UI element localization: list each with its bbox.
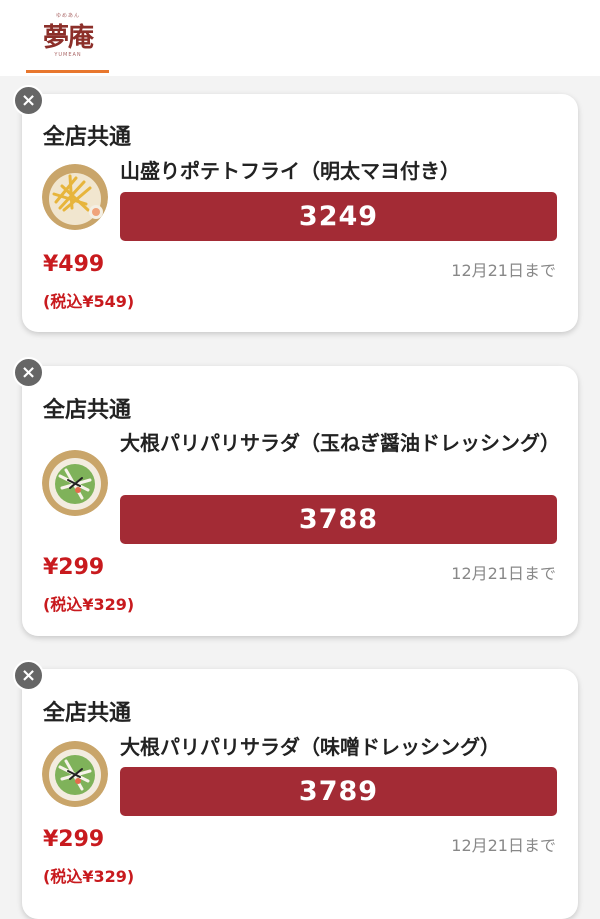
item-name: 大根パリパリサラダ（玉ねぎ醤油ドレッシング） xyxy=(120,431,560,455)
expiry-date: 12月21日まで xyxy=(451,836,556,855)
store-label: 全店共通 xyxy=(43,398,132,423)
store-label: 全店共通 xyxy=(43,701,132,726)
coupon-code[interactable]: 3789 xyxy=(120,767,557,816)
header: ゆめあん 夢庵 YUMEAN xyxy=(0,0,600,76)
close-icon[interactable]: × xyxy=(13,660,44,691)
salad-photo xyxy=(42,741,108,807)
price-tax-included: (税込¥549) xyxy=(43,292,135,311)
coupon-card: 全店共通 山盛りポテトフライ（明太マヨ付き） 3249 ¥499 12月21日ま… xyxy=(22,94,578,332)
price-tax-included: (税込¥329) xyxy=(43,867,135,886)
active-tab-indicator xyxy=(26,70,109,73)
coupon-card: 全店共通 大根パリパリサラダ（玉ねぎ醤油ドレッシング） 3788 ¥299 12… xyxy=(22,366,578,636)
coupon-code[interactable]: 3249 xyxy=(120,192,557,241)
logo-subtext: YUMEAN xyxy=(54,52,82,58)
price: ¥299 xyxy=(43,827,105,852)
brand-logo[interactable]: ゆめあん 夢庵 YUMEAN xyxy=(28,8,108,62)
coupon-card: 全店共通 大根パリパリサラダ（味噌ドレッシング） 3789 ¥299 12月21… xyxy=(22,669,578,919)
salad-photo xyxy=(42,450,108,516)
price: ¥299 xyxy=(43,555,105,580)
item-name: 山盛りポテトフライ（明太マヨ付き） xyxy=(120,159,460,183)
close-icon[interactable]: × xyxy=(13,357,44,388)
price: ¥499 xyxy=(43,252,105,277)
item-name: 大根パリパリサラダ（味噌ドレッシング） xyxy=(120,735,500,759)
expiry-date: 12月21日まで xyxy=(451,564,556,583)
store-label: 全店共通 xyxy=(43,125,132,150)
coupon-code[interactable]: 3788 xyxy=(120,495,557,544)
close-icon[interactable]: × xyxy=(13,85,44,116)
logo-text: 夢庵 xyxy=(42,23,94,53)
expiry-date: 12月21日まで xyxy=(451,261,556,280)
price-tax-included: (税込¥329) xyxy=(43,595,135,614)
fries-photo xyxy=(42,164,108,230)
